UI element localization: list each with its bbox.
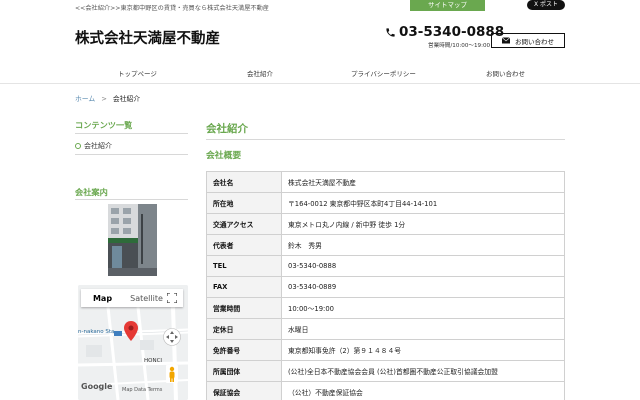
sidebar-divider — [75, 133, 188, 134]
sidebar-item-company[interactable]: 会社紹介 — [75, 141, 112, 151]
site-tagline: <<会社紹介>>東京都中野区の賃貸・売買なら株式会社天満屋不動産 — [75, 5, 269, 12]
sitemap-button[interactable]: サイトマップ — [410, 0, 485, 11]
sidebar-contents-heading: コンテンツ一覧 — [75, 120, 133, 130]
row-label: 保証協会 — [206, 381, 282, 400]
row-label: TEL — [206, 255, 282, 277]
row-label: 交通アクセス — [206, 213, 282, 235]
table-row: 交通アクセス 東京メトロ丸ノ内線 / 新中野 徒歩 1分 — [206, 213, 565, 235]
table-row: 保証協会 （公社）不動産保証協会 — [206, 381, 565, 400]
row-label: 所属団体 — [206, 360, 282, 382]
row-value: 東京都知事免許（2）第９１４８４号 — [281, 339, 565, 361]
sidebar-divider — [75, 154, 188, 155]
global-nav: トップページ 会社紹介 プライバシーポリシー お問い合わせ — [0, 60, 640, 84]
row-value: 水曜日 — [281, 318, 565, 340]
breadcrumb-separator: > — [101, 95, 107, 103]
storefront-photo — [108, 204, 157, 276]
row-value: 〒164-0012 東京都中野区本町4丁目44-14-101 — [281, 192, 565, 214]
phone-icon — [386, 27, 395, 37]
row-label: 定休日 — [206, 318, 282, 340]
table-row: 免許番号 東京都知事免許（2）第９１４８４号 — [206, 339, 565, 361]
nav-item-top[interactable]: トップページ — [118, 68, 157, 78]
row-label: 免許番号 — [206, 339, 282, 361]
nav-item-privacy[interactable]: プライバシーポリシー — [351, 68, 416, 78]
map-pan-control-icon[interactable] — [163, 328, 181, 346]
company-info-table: 会社名 株式会社天満屋不動産 所在地 〒164-0012 東京都中野区本町4丁目44-… — [206, 171, 565, 400]
row-value: (公社)全日本不動産協会会員 (公社)首都圏不動産公正取引協議会加盟 — [281, 360, 565, 382]
row-label: 営業時間 — [206, 297, 282, 319]
nav-item-company[interactable]: 会社紹介 — [247, 68, 273, 78]
row-value: 株式会社天満屋不動産 — [281, 171, 565, 193]
nav-item-contact[interactable]: お問い合わせ — [486, 68, 525, 78]
row-value: 鈴木 秀男 — [281, 234, 565, 256]
business-hours: 営業時間/10:00～19:00 — [428, 43, 491, 49]
row-value: 03-5340-0888 — [281, 255, 565, 277]
table-row: TEL 03-5340-0888 — [206, 255, 565, 277]
sidebar-divider — [75, 199, 188, 200]
section-title: 会社概要 — [206, 151, 242, 161]
row-label: 代表者 — [206, 234, 282, 256]
sidebar-company-heading: 会社案内 — [75, 187, 108, 197]
row-label: 所在地 — [206, 192, 282, 214]
page-title: 会社紹介 — [206, 123, 248, 135]
company-logo-title[interactable]: 株式会社天満屋不動産 — [75, 27, 220, 48]
row-value: 10:00～19:00 — [281, 297, 565, 319]
row-value: 東京メトロ丸ノ内線 / 新中野 徒歩 1分 — [281, 213, 565, 235]
circle-bullet-icon — [75, 143, 81, 149]
row-label: 会社名 — [206, 171, 282, 193]
map-honci-label: HONCI — [144, 358, 163, 364]
breadcrumb: ホーム > 会社紹介 — [75, 93, 140, 103]
row-label: FAX — [206, 276, 282, 298]
map-footer-links[interactable]: Map Data Terms — [122, 387, 162, 393]
contact-button[interactable]: お問い合わせ — [491, 33, 565, 48]
table-row: 所在地 〒164-0012 東京都中野区本町4丁目44-14-101 — [206, 192, 565, 214]
contact-button-label: お問い合わせ — [515, 37, 554, 46]
map-type-satellite[interactable]: Satellite — [124, 294, 169, 303]
phone-number: 03-5340-0888 — [399, 24, 505, 40]
title-divider — [206, 139, 565, 140]
breadcrumb-home[interactable]: ホーム — [75, 95, 95, 103]
row-value: 03-5340-0889 — [281, 276, 565, 298]
table-row: 所属団体 (公社)全日本不動産協会会員 (公社)首都圏不動産公正取引協議会加盟 — [206, 360, 565, 382]
breadcrumb-current: 会社紹介 — [112, 95, 141, 103]
x-post-button[interactable]: X ポスト — [527, 0, 565, 10]
sidebar-item-label: 会社紹介 — [84, 142, 112, 150]
map-type-map[interactable]: Map — [81, 294, 124, 303]
map-station-label: n-nakano Sta — [78, 329, 115, 335]
table-row: 定休日 水曜日 — [206, 318, 565, 340]
row-value: （公社）不動産保証協会 — [281, 381, 565, 400]
fullscreen-icon[interactable] — [167, 293, 177, 303]
table-row: FAX 03-5340-0889 — [206, 276, 565, 298]
table-row: 代表者 鈴木 秀男 — [206, 234, 565, 256]
table-row: 会社名 株式会社天満屋不動産 — [206, 171, 565, 193]
mail-icon — [502, 37, 510, 44]
pegman-icon[interactable] — [166, 365, 178, 383]
google-logo: Google — [81, 382, 113, 391]
map-pin-icon[interactable] — [124, 321, 138, 341]
header-phone: 03-5340-0888 — [385, 24, 504, 40]
table-row: 営業時間 10:00～19:00 — [206, 297, 565, 319]
google-map[interactable]: n-nakano Sta HONCI Map Satellite Google … — [78, 285, 188, 400]
